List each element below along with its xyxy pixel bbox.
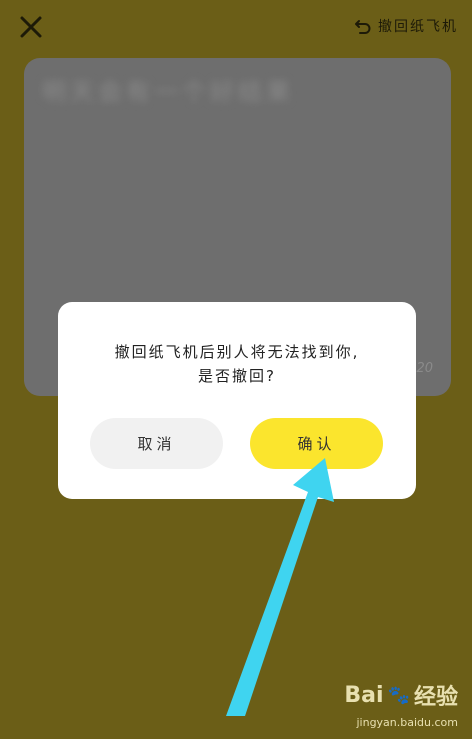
paw-icon: 🐾	[387, 684, 410, 706]
dialog-message: 撤回纸飞机后别人将无法找到你, 是否撤回?	[58, 340, 416, 388]
withdraw-label: 撤回纸飞机	[378, 19, 458, 35]
cancel-button[interactable]: 取消	[90, 418, 223, 469]
close-button[interactable]	[16, 12, 46, 42]
watermark-brand-suffix: 经验	[413, 685, 458, 710]
confirm-dialog: 撤回纸飞机后别人将无法找到你, 是否撤回? 取消 确认	[58, 302, 416, 499]
withdraw-paper-plane-button[interactable]: 撤回纸飞机	[354, 14, 458, 38]
dialog-message-line-1: 撤回纸飞机后别人将无法找到你,	[114, 343, 360, 361]
baidu-jingyan-watermark: Bai 🐾 经验 jingyan.baidu.com	[338, 679, 458, 730]
watermark-brand: Bai	[344, 682, 384, 708]
top-bar: 撤回纸飞机	[0, 0, 472, 52]
watermark-url: jingyan.baidu.com	[356, 716, 458, 729]
confirm-button[interactable]: 确认	[250, 418, 383, 469]
card-date: 20	[416, 361, 433, 376]
undo-icon	[355, 20, 371, 34]
close-icon	[20, 16, 42, 38]
dialog-message-line-2: 是否撤回?	[198, 367, 276, 385]
card-message: 明天会有一个好结果	[42, 78, 294, 106]
